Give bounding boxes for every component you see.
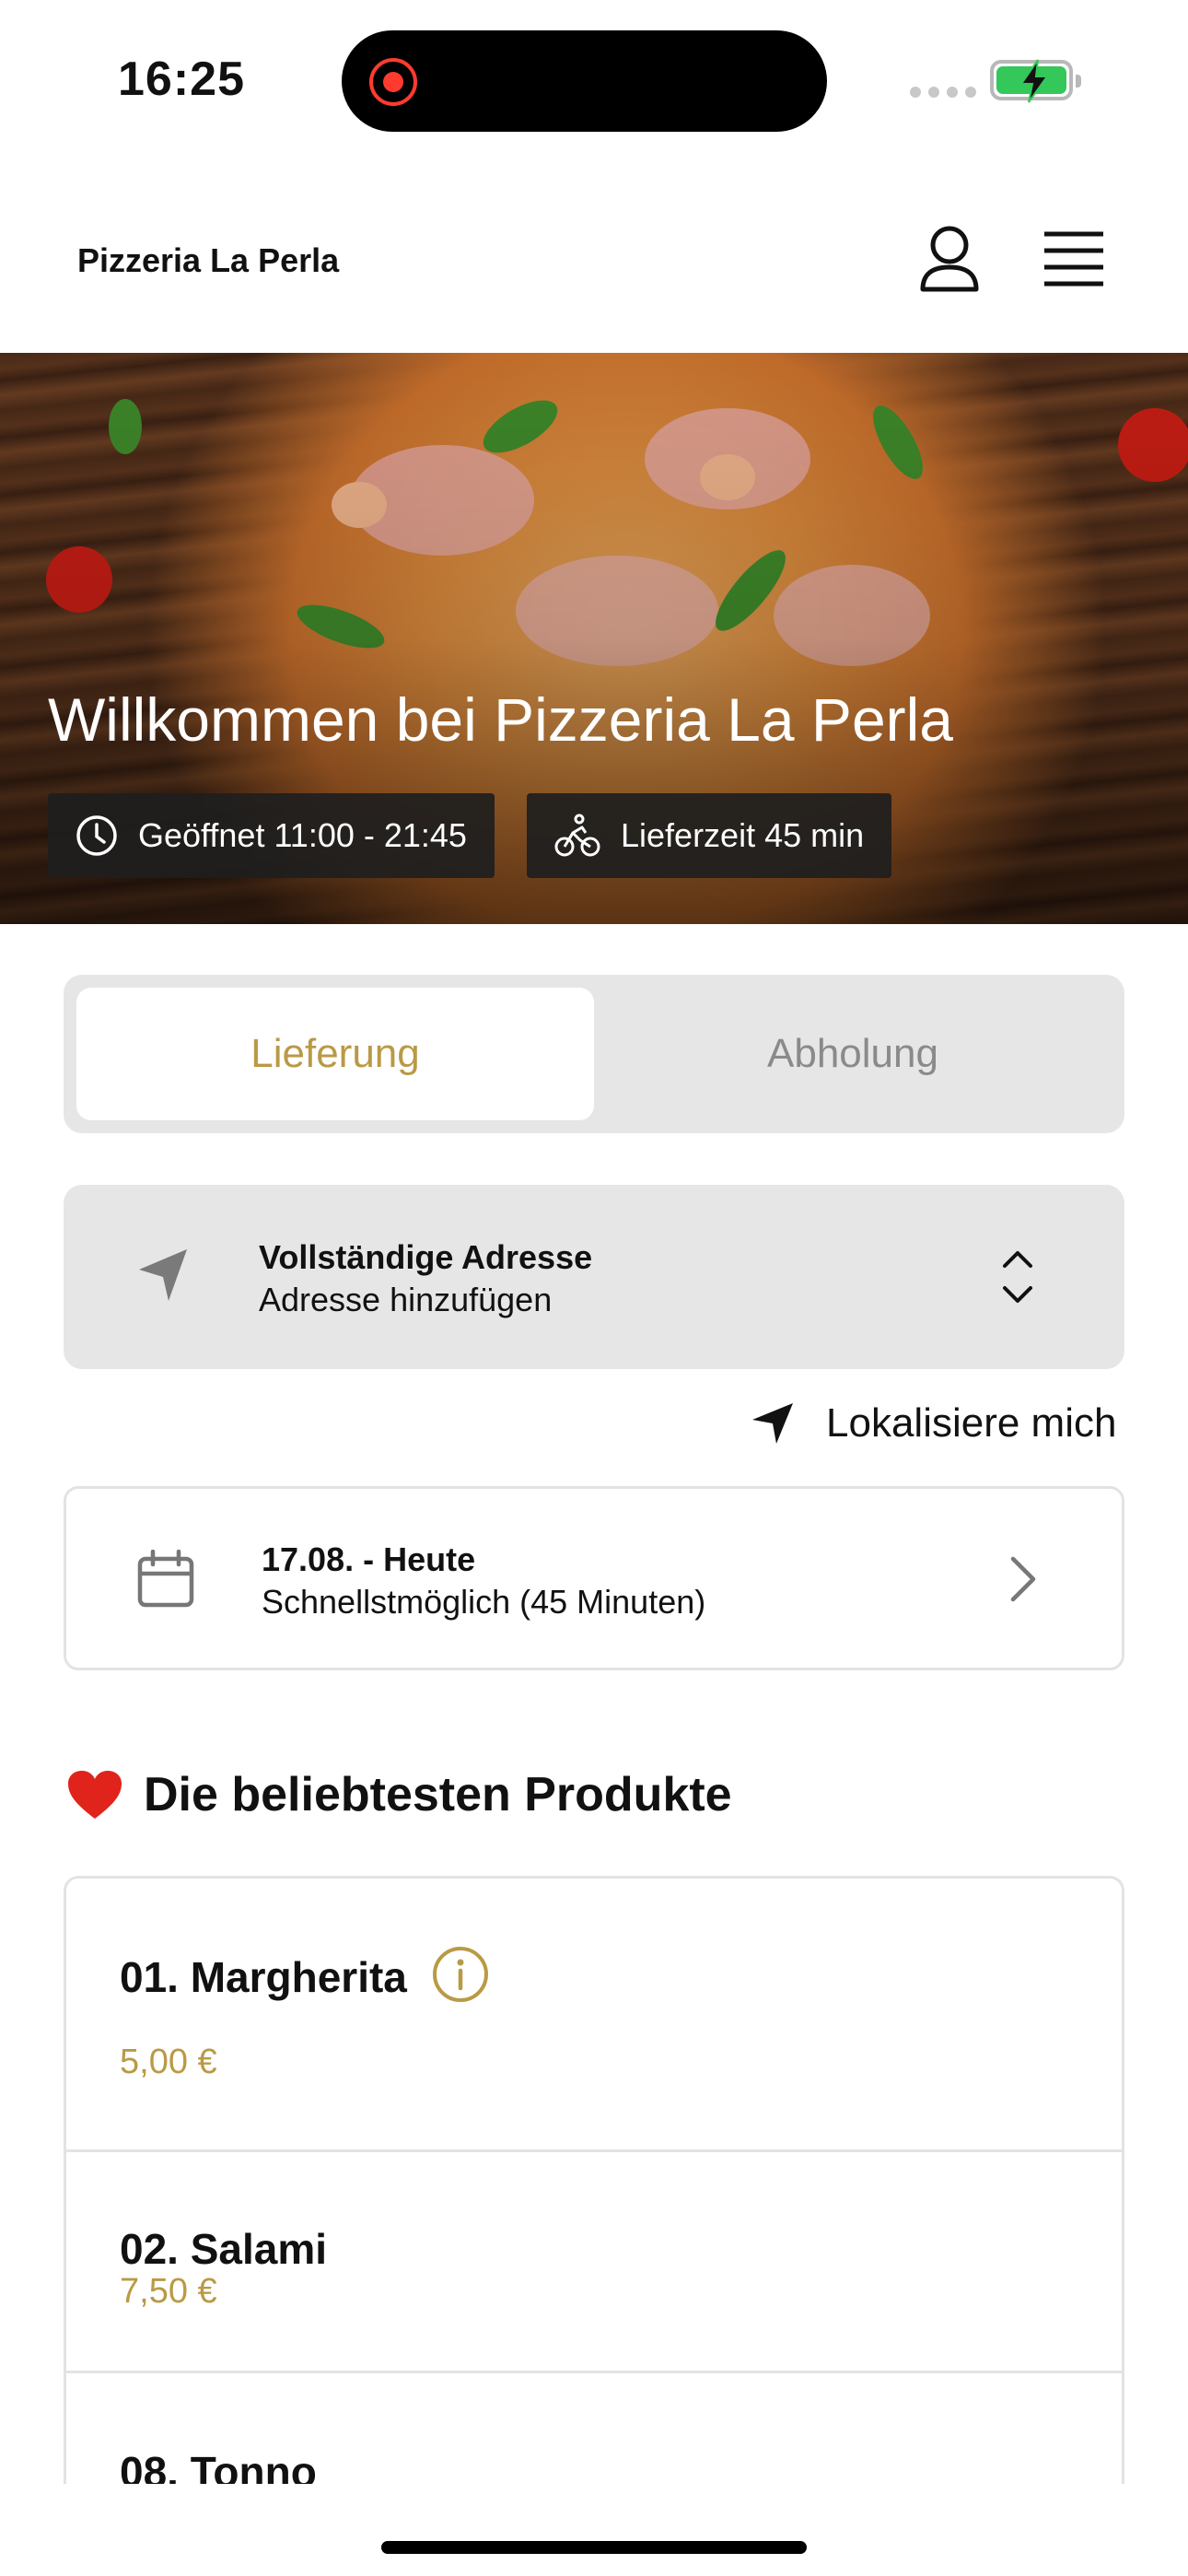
popular-products-heading: Die beliebtesten Produkte (66, 1767, 732, 1822)
schedule-time: Schnellstmöglich (45 Minuten) (262, 1583, 706, 1621)
address-title: Vollständige Adresse (259, 1238, 593, 1276)
location-arrow-icon (752, 1403, 793, 1444)
bike-icon (554, 814, 600, 857)
address-selector[interactable]: Vollständige Adresse Adresse hinzufügen (64, 1185, 1124, 1369)
hero-banner: Willkommen bei Pizzeria La Perla Geöffne… (0, 353, 1188, 924)
hero-title: Willkommen bei Pizzeria La Perla (48, 685, 954, 754)
tab-delivery[interactable]: Lieferung (76, 988, 594, 1120)
info-icon[interactable] (431, 1945, 490, 2004)
navigation-arrow-icon (139, 1249, 187, 1301)
product-name: 08. Tonno (120, 2448, 317, 2484)
status-bar: 16:25 (0, 0, 1188, 157)
menu-button[interactable] (1041, 228, 1107, 289)
cellular-signal-icon (910, 87, 976, 98)
product-item[interactable]: 01. Margherita 5,00 € (66, 1879, 1122, 2152)
clock-icon (76, 815, 117, 856)
battery-charging-icon (990, 59, 1081, 103)
delivery-time-text: Lieferzeit 45 min (621, 816, 865, 854)
order-mode-toggle: Lieferung Abholung (64, 975, 1124, 1133)
product-item[interactable]: 08. Tonno (66, 2373, 1122, 2484)
user-icon (920, 226, 979, 292)
status-time: 16:25 (118, 53, 245, 106)
dynamic-island (342, 30, 827, 132)
product-price: 5,00 € (120, 2043, 217, 2081)
chevron-right-icon (1010, 1556, 1036, 1602)
recording-indicator-icon (369, 58, 417, 106)
menu-icon (1044, 231, 1103, 287)
product-name: 02. Salami (120, 2225, 328, 2273)
schedule-date: 17.08. - Heute (262, 1540, 476, 1578)
delivery-time-badge: Lieferzeit 45 min (527, 793, 892, 878)
heart-icon (68, 1771, 122, 1819)
locate-me-label: Lokalisiere mich (826, 1400, 1117, 1446)
calendar-icon (137, 1550, 194, 1608)
brand-name[interactable]: Pizzeria La Perla (77, 241, 339, 280)
chevron-up-down-icon (1003, 1251, 1032, 1303)
tab-pickup[interactable]: Abholung (594, 988, 1112, 1120)
product-name: 01. Margherita (120, 1953, 407, 2001)
opening-hours-badge: Geöffnet 11:00 - 21:45 (48, 793, 495, 878)
product-list: 01. Margherita 5,00 € 02. Salami 7,50 € … (64, 1876, 1124, 2484)
delivery-time-selector[interactable]: 17.08. - Heute Schnellstmöglich (45 Minu… (64, 1486, 1124, 1670)
account-button[interactable] (917, 223, 982, 297)
product-item[interactable]: 02. Salami 7,50 € (66, 2152, 1122, 2373)
opening-hours-text: Geöffnet 11:00 - 21:45 (138, 816, 467, 854)
product-price: 7,50 € (120, 2272, 217, 2311)
address-placeholder: Adresse hinzufügen (259, 1281, 553, 1318)
home-indicator[interactable] (381, 2541, 807, 2554)
locate-me-button[interactable]: Lokalisiere mich (751, 1400, 1116, 1446)
app-header: Pizzeria La Perla (0, 175, 1188, 350)
section-title-text: Die beliebtesten Produkte (144, 1768, 732, 1821)
